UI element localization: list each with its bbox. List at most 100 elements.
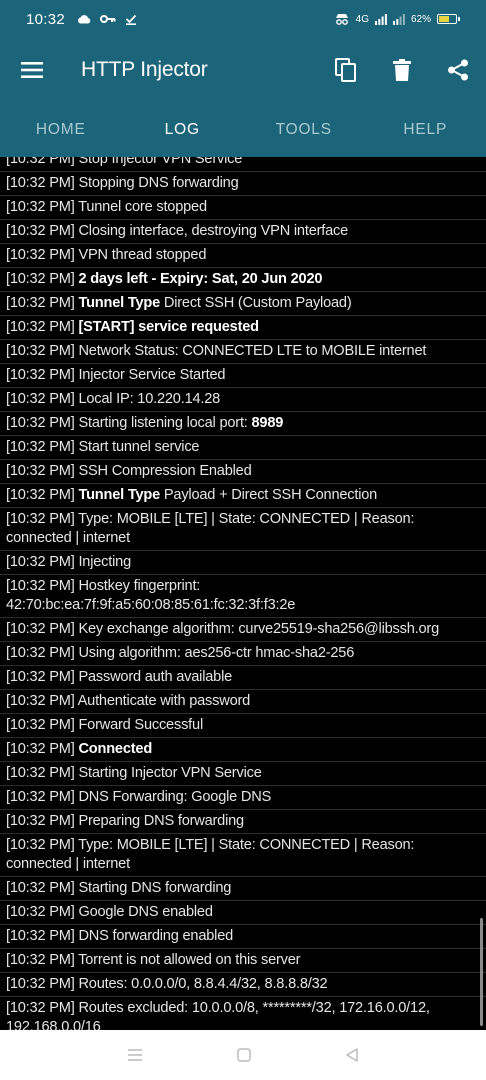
log-timestamp: [10:32 PM] [6, 554, 79, 570]
log-message: SSH Compression Enabled [78, 463, 252, 479]
log-message: Forward Successful [78, 717, 203, 733]
tab-help[interactable]: HELP [365, 102, 486, 157]
log-entry: [10:32 PM] Starting listening local port… [0, 412, 486, 436]
log-entry: [10:32 PM] Stopping DNS forwarding [0, 172, 486, 196]
log-entry: [10:32 PM] Closing interface, destroying… [0, 220, 486, 244]
log-entry: [10:32 PM] Type: MOBILE [LTE] | State: C… [0, 834, 486, 877]
log-message: Connected [78, 741, 153, 757]
log-message: Preparing DNS forwarding [78, 813, 244, 829]
log-message: 8989 [251, 415, 284, 431]
log-entry: [10:32 PM] Routes: 0.0.0.0/0, 8.8.4.4/32… [0, 973, 486, 997]
log-timestamp: [10:32 PM] [6, 271, 79, 287]
copy-icon [335, 58, 356, 82]
log-entry: [10:32 PM] Injecting [0, 551, 486, 575]
tab-home[interactable]: HOME [0, 102, 122, 157]
log-message: Using algorithm: aes256-ctr hmac-sha2-25… [78, 645, 355, 661]
share-log-button[interactable] [430, 42, 486, 98]
log-timestamp: [10:32 PM] [6, 367, 79, 383]
log-entry: [10:32 PM] Local IP: 10.220.14.28 [0, 388, 486, 412]
log-message: Network Status: CONNECTED LTE to MOBILE … [78, 343, 427, 359]
recent-apps-icon[interactable] [127, 1049, 143, 1061]
log-entry: [10:32 PM] SSH Compression Enabled [0, 460, 486, 484]
log-entry: [10:32 PM] Type: MOBILE [LTE] | State: C… [0, 508, 486, 551]
log-timestamp: [10:32 PM] [6, 511, 79, 527]
log-message: Starting Injector VPN Service [78, 765, 262, 781]
log-message: Injector Service Started [78, 367, 226, 383]
log-timestamp: [10:32 PM] [6, 952, 79, 968]
log-timestamp: [10:32 PM] [6, 765, 79, 781]
log-timestamp: [10:32 PM] [6, 813, 79, 829]
tab-tools[interactable]: TOOLS [243, 102, 365, 157]
log-entry: [10:32 PM] Starting Injector VPN Service [0, 762, 486, 786]
log-scrollbar[interactable] [480, 918, 483, 1026]
log-message: Tunnel Type [78, 487, 161, 503]
log-message: Google DNS enabled [78, 904, 213, 920]
log-entry: [10:32 PM] Start tunnel service [0, 436, 486, 460]
log-timestamp: [10:32 PM] [6, 295, 79, 311]
log-message: DNS forwarding enabled [78, 928, 234, 944]
log-message: Closing interface, destroying VPN interf… [78, 223, 349, 239]
log-entry: [10:32 PM] Tunnel Type Direct SSH (Custo… [0, 292, 486, 316]
log-timestamp: [10:32 PM] [6, 578, 79, 594]
log-timestamp: [10:32 PM] [6, 157, 79, 167]
log-message: Stop Injector VPN Service [78, 157, 243, 167]
trash-icon [393, 59, 411, 81]
log-entry: [10:32 PM] Authenticate with password [0, 690, 486, 714]
log-entry: [10:32 PM] Stop Injector VPN Service [0, 157, 486, 172]
cloud-icon [78, 15, 91, 24]
log-timestamp: [10:32 PM] [6, 175, 79, 191]
clear-log-button[interactable] [374, 42, 430, 98]
log-entry: [10:32 PM] DNS Forwarding: Google DNS [0, 786, 486, 810]
log-message: Password auth available [78, 669, 233, 685]
log-timestamp: [10:32 PM] [6, 199, 79, 215]
log-timestamp: [10:32 PM] [6, 319, 79, 335]
log-timestamp: [10:32 PM] [6, 669, 79, 685]
system-nav-bar [0, 1030, 486, 1080]
log-message: VPN thread stopped [78, 247, 207, 263]
log-timestamp: [10:32 PM] [6, 621, 79, 637]
log-message: Authenticate with password [77, 693, 251, 709]
tab-log[interactable]: LOG [122, 102, 244, 157]
log-entry: [10:32 PM] Hostkey fingerprint: 42:70:bc… [0, 575, 486, 618]
menu-button[interactable] [0, 62, 64, 78]
log-message: Key exchange algorithm: curve25519-sha25… [78, 621, 439, 637]
log-timestamp: [10:32 PM] [6, 343, 79, 359]
log-entry: [10:32 PM] Key exchange algorithm: curve… [0, 618, 486, 642]
signal-icon [374, 13, 387, 25]
log-message: DNS Forwarding: Google DNS [78, 789, 272, 805]
status-bar: 10:32 4G 62% [0, 0, 486, 38]
network-type-label: 4G [355, 13, 369, 25]
log-timestamp: [10:32 PM] [6, 837, 79, 853]
log-entry: [10:32 PM] VPN thread stopped [0, 244, 486, 268]
log-entry: [10:32 PM] [START] service requested [0, 316, 486, 340]
hamburger-menu-icon [21, 62, 43, 78]
log-message: Tunnel core stopped [78, 199, 207, 215]
log-message: 2 days left - Expiry: Sat, 20 Jun 2020 [78, 271, 323, 287]
log-timestamp: [10:32 PM] [6, 693, 78, 709]
log-message: Injecting [78, 554, 131, 570]
log-list[interactable]: [10:32 PM] Stop Injector VPN Service [10:… [0, 157, 486, 1030]
log-timestamp: [10:32 PM] [6, 223, 79, 239]
back-icon[interactable] [345, 1048, 359, 1062]
app-title: HTTP Injector [81, 58, 208, 81]
copy-log-button[interactable] [318, 42, 374, 98]
log-entry: [10:32 PM] Tunnel Type Payload + Direct … [0, 484, 486, 508]
log-timestamp: [10:32 PM] [6, 880, 79, 896]
tab-bar: HOME LOG TOOLS HELP [0, 102, 486, 157]
key-icon [100, 15, 116, 23]
log-message: Torrent is not allowed on this server [78, 952, 301, 968]
log-timestamp: [10:32 PM] [6, 717, 79, 733]
spy-mode-icon [335, 14, 348, 25]
share-icon [448, 59, 468, 81]
log-timestamp: [10:32 PM] [6, 439, 79, 455]
log-timestamp: [10:32 PM] [6, 904, 79, 920]
signal-icon-2 [392, 13, 405, 25]
log-message: [START] service requested [78, 319, 259, 335]
log-message: Routes: 0.0.0.0/0, 8.8.4.4/32, 8.8.8.8/3… [78, 976, 328, 992]
log-message: Starting listening local port: [78, 415, 252, 431]
log-timestamp: [10:32 PM] [6, 928, 79, 944]
log-timestamp: [10:32 PM] [6, 391, 79, 407]
log-entry: [10:32 PM] DNS forwarding enabled [0, 925, 486, 949]
home-icon[interactable] [237, 1048, 251, 1062]
log-entry: [10:32 PM] 2 days left - Expiry: Sat, 20… [0, 268, 486, 292]
